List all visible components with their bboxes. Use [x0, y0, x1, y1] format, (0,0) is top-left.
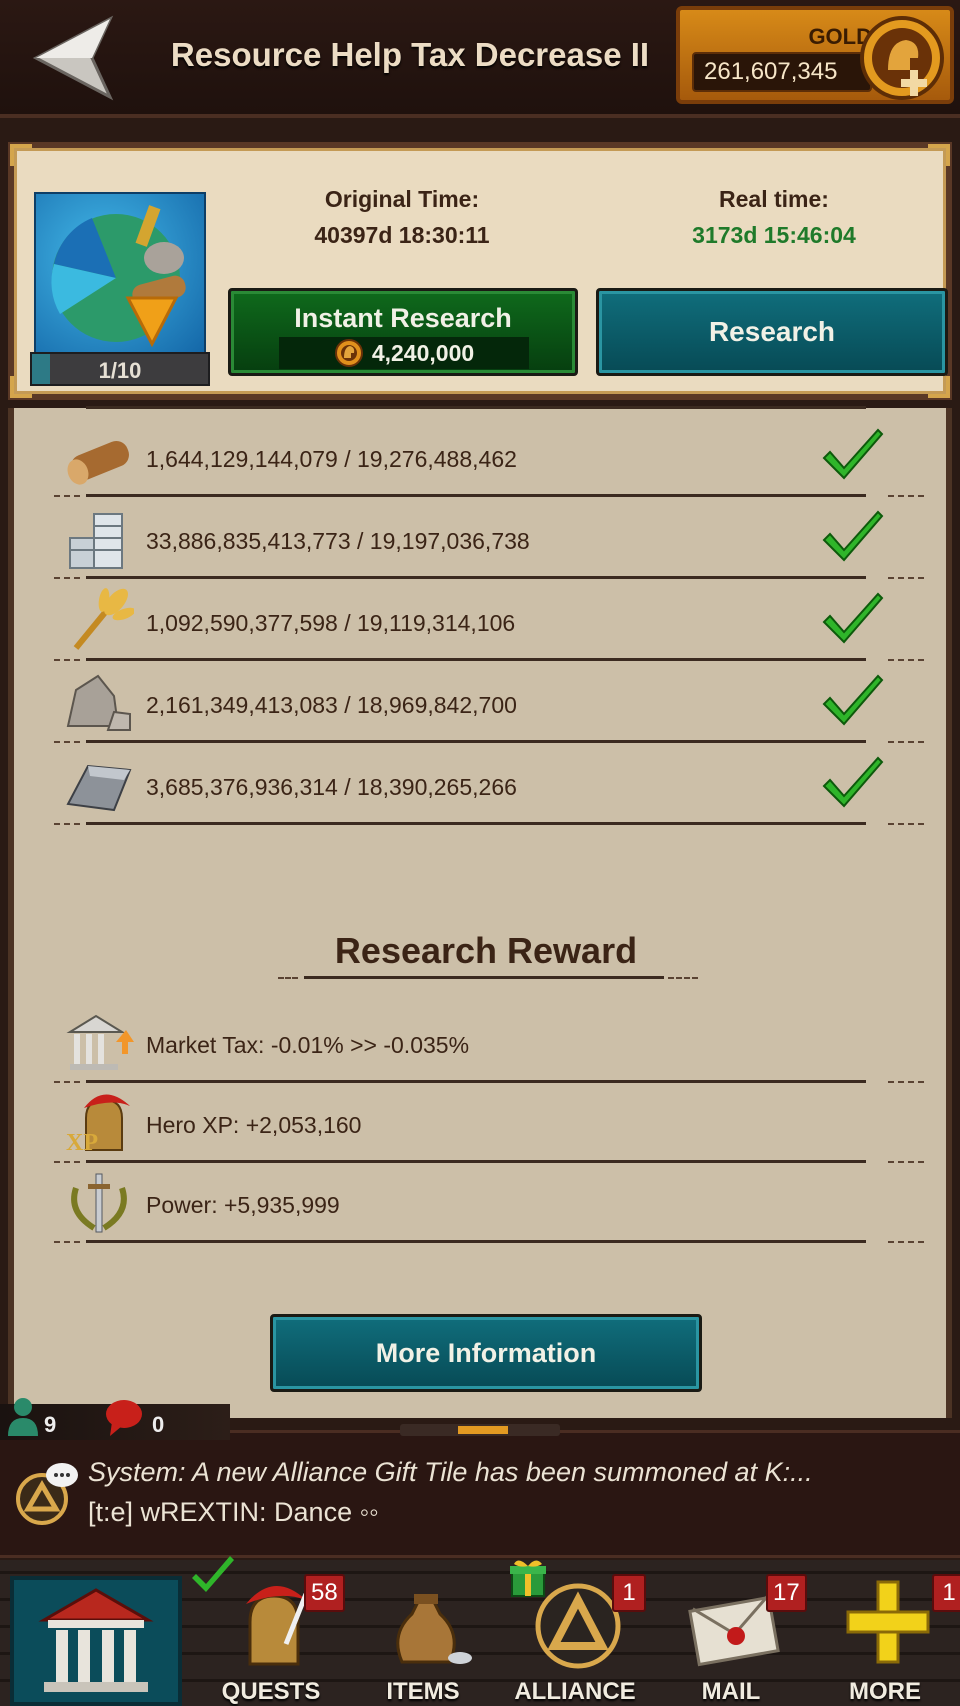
requirement-row: 2,161,349,413,083 / 18,969,842,700 [54, 662, 924, 744]
reward-text: Market Tax: -0.01% >> -0.035% [146, 1032, 470, 1058]
instant-research-cost: 4,240,000 [371, 339, 475, 366]
requirement-text: 1,644,129,144,079 / 19,276,488,462 [146, 446, 517, 472]
chat-message-system: System: A new Alliance Gift Tile has bee… [88, 1457, 813, 1487]
divider [54, 822, 924, 826]
chat-message-player: [t:e] wREXTIN: Dance ◦◦ [88, 1497, 379, 1527]
check-icon [822, 428, 884, 480]
market-tax-icon [66, 1014, 134, 1070]
mail-badge: 17 [766, 1574, 807, 1612]
chat-page-indicator-active [458, 1426, 508, 1434]
requirement-text: 1,092,590,377,598 / 19,119,314,106 [146, 610, 516, 636]
requirement-text: 3,685,376,936,314 / 18,390,265,266 [146, 774, 517, 800]
city-home-button[interactable] [10, 1576, 182, 1706]
spartan-coin-plus-icon [860, 16, 944, 100]
quests-badge: 58 [304, 1574, 345, 1612]
original-time-label: Original Time: [324, 186, 480, 212]
chat-bar[interactable]: System: A new Alliance Gift Tile has bee… [0, 1430, 960, 1558]
power-icon [71, 1173, 127, 1233]
research-button[interactable]: Research [596, 288, 948, 376]
chat-bubble-icon [16, 1463, 78, 1525]
frame-corner [10, 376, 32, 398]
research-details-panel: 1,644,129,144,079 / 19,276,488,462 33,88… [8, 406, 952, 1418]
page-title: Resource Help Tax Decrease II [170, 36, 650, 73]
top-bar: Resource Help Tax Decrease II GOLD 261,6… [0, 0, 960, 118]
reward-text: Power: +5,935,999 [146, 1192, 340, 1218]
online-count: 9 [44, 1412, 57, 1437]
city-building-icon [38, 1588, 154, 1692]
gold-value: 261,607,345 [704, 58, 838, 85]
plus-icon [846, 1580, 930, 1664]
silver-coins-icon [69, 513, 123, 569]
reward-text: Hero XP: +2,053,160 [146, 1112, 362, 1138]
items-bag-icon [396, 1594, 472, 1664]
check-icon [822, 510, 884, 562]
nav-quests[interactable]: 58 QUESTS [192, 1556, 346, 1706]
research-level: 1/10 [98, 358, 142, 383]
status-strip: 9 0 [0, 1398, 230, 1440]
gold-balance[interactable]: GOLD 261,607,345 [676, 6, 954, 104]
more-information-label: More Information [375, 1337, 597, 1368]
requirement-row: 1,092,590,377,598 / 19,119,314,106 [54, 580, 924, 662]
research-level-bar: 1/10 [30, 352, 210, 386]
svg-text:XP: XP [66, 1130, 98, 1156]
hero-xp-icon: XP [66, 1094, 130, 1156]
nav-mail-label: MAIL [701, 1678, 761, 1705]
divider [54, 406, 924, 410]
check-icon [822, 674, 884, 726]
requirement-text: 2,161,349,413,083 / 18,969,842,700 [146, 692, 517, 718]
wood-icon [67, 440, 129, 485]
requirement-row: 1,644,129,144,079 / 19,276,488,462 [54, 416, 924, 498]
gold-value-box: 261,607,345 [692, 52, 872, 92]
requirement-row: 3,685,376,936,314 / 18,390,265,266 [54, 744, 924, 826]
original-time-value: 40397d 18:30:11 [314, 222, 490, 248]
nav-alliance-label: ALLIANCE [514, 1678, 636, 1705]
requirement-text: 33,886,835,413,773 / 19,197,036,738 [146, 528, 530, 554]
frame-corner [928, 376, 950, 398]
nav-items[interactable]: ITEMS [348, 1560, 498, 1706]
instant-research-label: Instant Research [294, 303, 512, 333]
heading-underline [278, 976, 698, 980]
nav-quests-label: QUESTS [221, 1678, 321, 1705]
nav-more[interactable]: 1 MORE [810, 1560, 960, 1706]
food-wheat-icon [73, 588, 134, 650]
reward-row: XP Hero XP: +2,053,160 [54, 1082, 924, 1164]
real-time-label: Real time: [719, 186, 829, 212]
real-time-value: 3173d 15:46:04 [692, 222, 856, 248]
frame-corner [10, 144, 32, 166]
nav-items-label: ITEMS [386, 1678, 460, 1705]
alliance-badge: 1 [612, 1574, 646, 1612]
stone-icon [66, 674, 131, 731]
back-arrow-icon [32, 15, 114, 101]
instant-research-button[interactable]: Instant Research 4,240,000 [228, 288, 578, 376]
reward-row: Power: +5,935,999 [54, 1162, 924, 1244]
more-information-button[interactable]: More Information [270, 1314, 702, 1392]
frame-corner [928, 144, 950, 166]
research-button-label: Research [708, 316, 836, 347]
instant-research-cost-box: 4,240,000 [279, 337, 529, 369]
nav-mail[interactable]: 17 MAIL [656, 1560, 807, 1706]
nav-more-label: MORE [849, 1678, 921, 1705]
resource-help-research-icon [34, 192, 206, 354]
gold-coin-icon [334, 339, 363, 367]
message-count: 0 [152, 1412, 165, 1437]
online-player-icon [8, 1398, 38, 1436]
message-bubble-icon [106, 1400, 142, 1436]
more-badge: 1 [932, 1574, 960, 1612]
nav-alliance[interactable]: 1 ALLIANCE [500, 1560, 650, 1706]
research-info-panel: 1/10 Original Time: 40397d 18:30:11 Real… [8, 142, 952, 400]
divider [54, 1240, 924, 1244]
check-icon [822, 592, 884, 644]
check-icon [822, 756, 884, 808]
requirement-row: 33,886,835,413,773 / 19,197,036,738 [54, 498, 924, 580]
reward-row: Market Tax: -0.01% >> -0.035% [54, 1002, 924, 1084]
research-reward-heading: Research Reward [334, 930, 638, 971]
bottom-navigation: 58 QUESTS ITEMS 1 ALLIANCE 17 MAIL 1 MOR… [0, 1556, 960, 1706]
iron-ingot-icon [66, 764, 132, 812]
back-button[interactable] [28, 12, 118, 104]
